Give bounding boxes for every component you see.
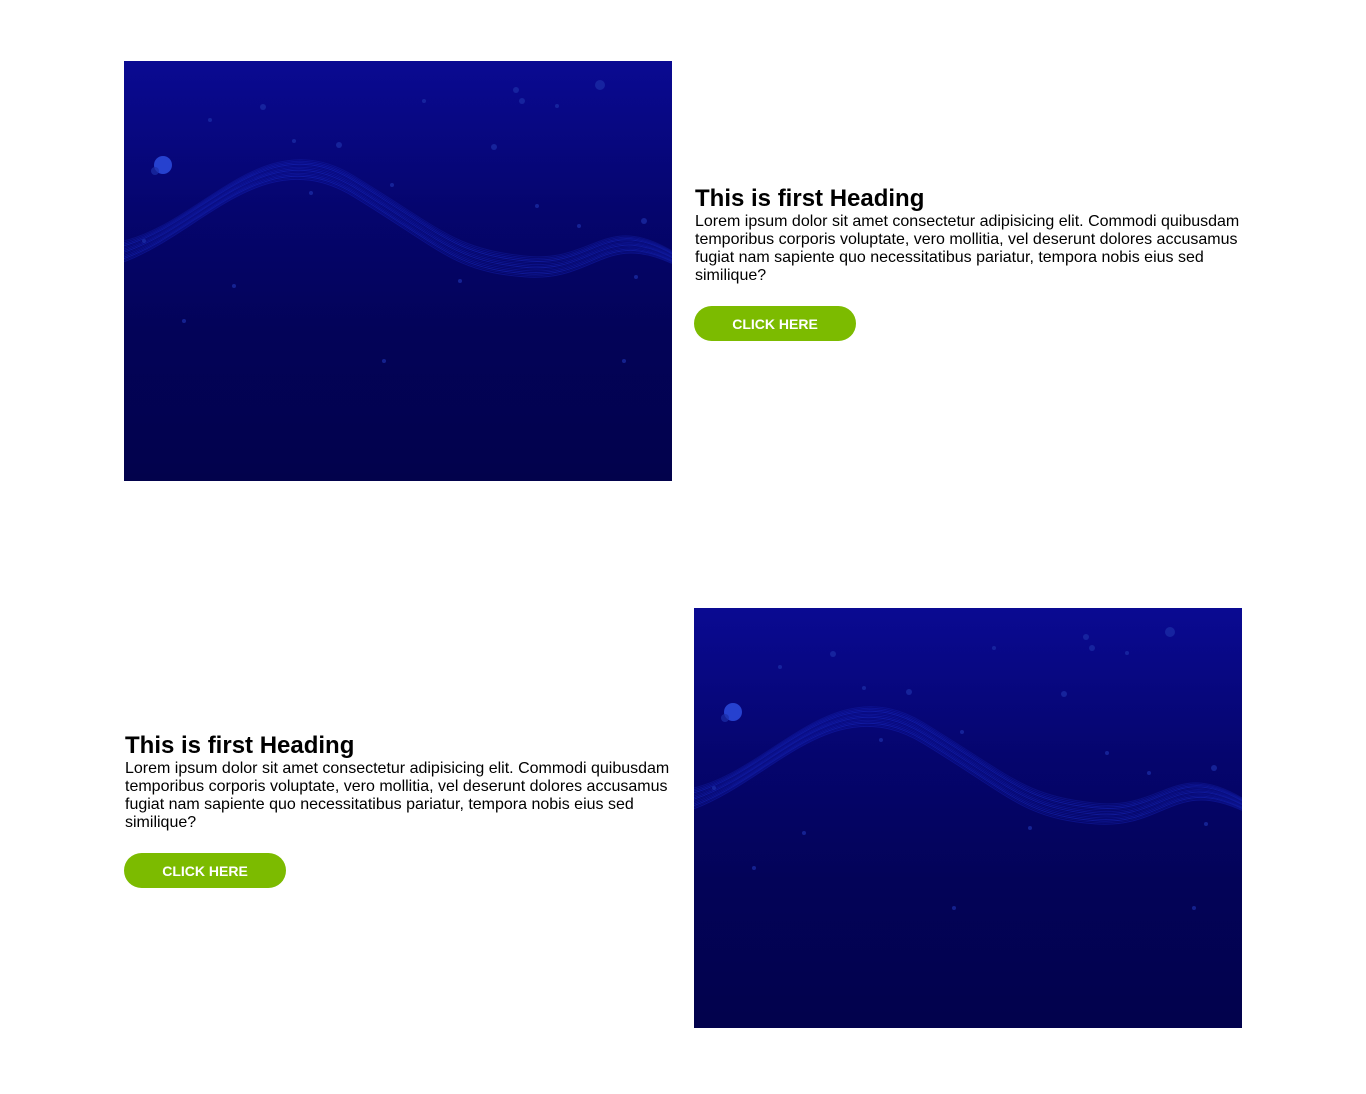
section-heading: This is first Heading [125,732,355,759]
bubble-dots [142,80,647,363]
section-heading: This is first Heading [695,185,925,212]
bubble-dots [712,627,1217,910]
section-paragraph: Lorem ipsum dolor sit amet consectetur a… [125,760,670,831]
section-paragraph: Lorem ipsum dolor sit amet consectetur a… [695,213,1240,284]
feature-image [124,61,672,481]
feature-text: This is first Heading Lorem ipsum dolor … [124,732,674,888]
wave-lines [694,706,1242,825]
click-here-button[interactable]: CLICK HERE [124,853,286,888]
feature-text: This is first Heading Lorem ipsum dolor … [694,185,1244,341]
abstract-wave-art [124,80,672,363]
page: This is first Heading Lorem ipsum dolor … [0,0,1366,1094]
abstract-wave-art [694,627,1242,910]
wave-lines [124,159,672,278]
feature-image [694,608,1242,1028]
click-here-button[interactable]: CLICK HERE [694,306,856,341]
feature-section-2: This is first Heading Lorem ipsum dolor … [124,608,1242,1028]
feature-section-1: This is first Heading Lorem ipsum dolor … [124,61,1242,481]
